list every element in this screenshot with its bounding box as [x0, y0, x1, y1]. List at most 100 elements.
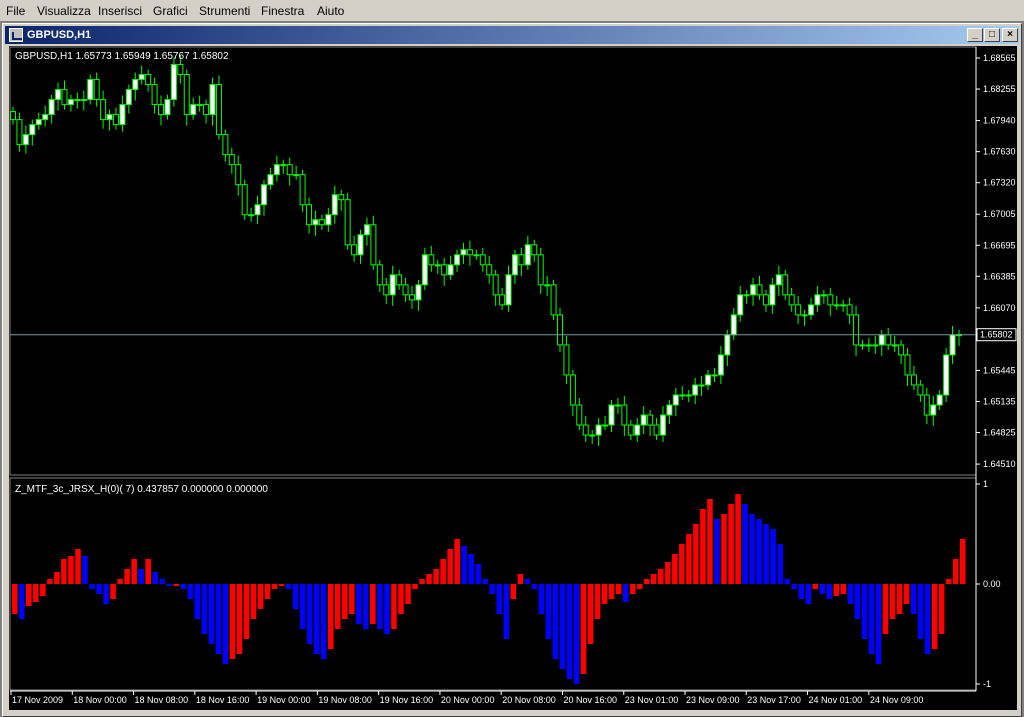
histogram-bar: [531, 584, 538, 589]
chart-area[interactable]: 1.68565 1.68255 1.67940 1.67630 1.67320 1.670…: [9, 46, 1017, 710]
candle: [196, 95, 203, 112]
histogram-bar: [643, 579, 650, 584]
candle: [679, 385, 686, 400]
histogram-bar: [173, 584, 180, 586]
menu-file[interactable]: File: [6, 4, 25, 18]
price-axis-ticks: 1.68565 1.68255 1.67940 1.67630 1.67320 1.670…: [976, 53, 1016, 469]
histogram-bar: [54, 572, 60, 584]
candle: [582, 416, 589, 443]
histogram-bar: [482, 579, 488, 584]
price-tick-label: 1.65135: [983, 397, 1016, 407]
candle: [595, 418, 602, 447]
histogram-bar: [931, 584, 938, 649]
candle: [705, 369, 712, 390]
histogram-bar: [903, 584, 910, 604]
candle: [853, 305, 860, 356]
histogram-bar: [728, 504, 734, 584]
candle: [769, 277, 776, 314]
menu-inserisci[interactable]: Inserisci: [98, 4, 142, 18]
candle: [923, 387, 930, 425]
menu-strumenti[interactable]: Strumenti: [199, 4, 250, 18]
candle: [67, 94, 74, 112]
indicator-name: Z_MTF_3c_JRSX_H(0)( 7): [15, 484, 134, 495]
histogram-bar: [629, 584, 636, 594]
price-tick-label: 1.64510: [983, 459, 1016, 469]
histogram-bar: [651, 574, 657, 584]
price-tick-label: 1.66385: [983, 271, 1016, 281]
histogram-bar: [75, 549, 81, 584]
candle: [762, 289, 769, 312]
histogram-bar: [229, 584, 236, 659]
candle: [61, 80, 68, 110]
candle: [29, 119, 36, 146]
candle: [904, 347, 911, 386]
histogram-bar: [777, 544, 783, 584]
indicator-tick-label: 0.00: [983, 579, 1001, 589]
histogram-bar: [756, 519, 762, 584]
time-tick-label: 23 Nov 01:00: [625, 695, 679, 705]
histogram-bar: [159, 579, 165, 584]
menu-finestra[interactable]: Finestra: [261, 4, 304, 18]
candle: [415, 279, 422, 311]
histogram-bar: [805, 584, 812, 604]
price-tick-label: 1.67940: [983, 116, 1016, 126]
candle: [576, 397, 583, 431]
candle: [318, 214, 325, 230]
candle: [956, 329, 962, 346]
candle: [254, 195, 261, 224]
candle: [286, 157, 293, 186]
histogram-bar: [426, 574, 432, 584]
menu-visualizza[interactable]: Visualizza: [37, 4, 91, 18]
candle: [898, 339, 905, 364]
maximize-button[interactable]: □: [984, 28, 1000, 42]
histogram-bar: [559, 584, 566, 669]
price-tick-label: 1.65445: [983, 365, 1016, 375]
histogram-bar: [833, 584, 840, 596]
candle: [357, 229, 364, 264]
candle: [627, 420, 634, 441]
candle: [717, 345, 724, 384]
histogram-bar: [959, 539, 966, 584]
histogram-bar: [896, 584, 903, 614]
histogram-bar: [201, 584, 208, 634]
histogram-bar: [356, 584, 362, 624]
menu-grafici[interactable]: Grafici: [153, 4, 188, 18]
candle: [563, 335, 570, 384]
candle: [151, 77, 158, 114]
time-tick-label: 17 Nov 2009: [12, 695, 63, 705]
price-tick-label: 1.68255: [983, 84, 1016, 94]
candle: [569, 369, 576, 417]
histogram-bar: [250, 584, 257, 619]
minimize-button[interactable]: _: [967, 28, 983, 42]
candle: [814, 285, 821, 312]
chart-canvas[interactable]: 1.68565 1.68255 1.67940 1.67630 1.67320 1.670…: [9, 46, 1017, 710]
histogram-bar: [363, 584, 369, 629]
candle: [807, 297, 814, 320]
histogram-bar: [19, 584, 25, 619]
candle: [486, 255, 493, 284]
histogram-bar: [496, 584, 503, 614]
candle: [106, 109, 113, 131]
menu-aiuto[interactable]: Aiuto: [317, 4, 344, 18]
candle: [827, 287, 834, 316]
time-tick-label: 19 Nov 16:00: [380, 695, 434, 705]
histogram-bar: [215, 584, 222, 654]
indicator-axis-ticks: 1 0.00 -1: [976, 479, 1001, 689]
histogram-bar: [243, 584, 250, 639]
window-titlebar[interactable]: GBPUSD,H1 _ □ ×: [5, 26, 1019, 44]
histogram-bar: [61, 559, 67, 584]
histogram-bar: [552, 584, 559, 659]
histogram-bar: [12, 584, 18, 614]
histogram-bar: [194, 584, 201, 619]
indicator-tick-label: -1: [983, 679, 991, 689]
candle: [801, 309, 808, 326]
time-tick-label: 20 Nov 00:00: [441, 695, 495, 705]
histogram-bar: [826, 584, 833, 599]
histogram-bar: [812, 584, 819, 589]
candle: [344, 192, 351, 250]
histogram-bar: [580, 584, 587, 674]
close-button[interactable]: ×: [1002, 28, 1018, 42]
histogram-bar: [601, 584, 608, 604]
candle: [447, 255, 454, 280]
histogram-bar: [854, 584, 861, 619]
